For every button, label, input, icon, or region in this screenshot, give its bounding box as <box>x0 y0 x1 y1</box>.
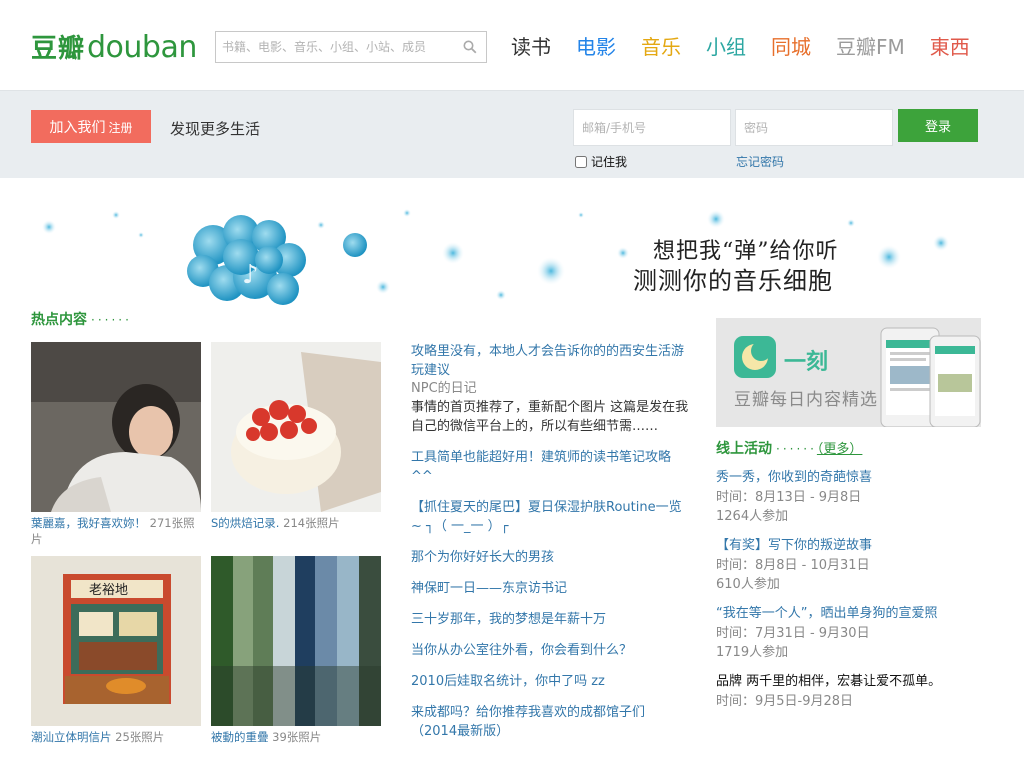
activity-time: 时间：9月5日-9月28日 <box>716 694 854 709</box>
article-title-link[interactable]: 攻略里没有，本地人才会告诉你的的西安生活游玩建议 <box>411 342 691 380</box>
yike-app-ad-illustration <box>716 318 981 427</box>
activities-list: 秀一秀，你收到的奇葩惊喜 时间：8月13日 - 9月8日 1264人参加 【有奖… <box>716 468 981 721</box>
article-title-link[interactable]: 当你从办公室往外看，你会看到什么？ <box>411 641 691 660</box>
logo-cn-text: 豆瓣 <box>31 34 86 64</box>
nav-item-3[interactable]: 小组 <box>706 33 746 61</box>
nav-item-0[interactable]: 读书 <box>511 33 551 61</box>
email-field[interactable] <box>573 109 731 146</box>
join-button-label: 加入我们 <box>49 119 106 136</box>
photo-album-4: 被動的重疊 39张照片 <box>211 556 381 745</box>
douban-logo[interactable]: 豆瓣 douban <box>31 28 197 68</box>
nav-item-5[interactable]: 豆瓣FM <box>836 33 905 61</box>
photo-caption: 被動的重疊 39张照片 <box>211 729 381 745</box>
activities-more-link[interactable]: （更多） <box>817 442 863 457</box>
activity-title-link[interactable]: 【有奖】写下你的叛逆故事 <box>716 536 981 556</box>
login-button[interactable]: 登录 <box>898 109 978 142</box>
photo-count: 214张照片 <box>283 516 340 530</box>
article-title-link[interactable]: 【抓住夏天的尾巴】夏日保湿护肤Routine一览~ ┐（ 一_一 ）┌ <box>411 498 691 536</box>
remember-checkbox[interactable] <box>575 155 587 168</box>
photo-album-3: 老裕地 潮汕立体明信片 25张照片 <box>31 556 201 745</box>
tagline: 发现更多生活 <box>170 120 261 138</box>
activity-participants: 1264人参加 <box>716 509 789 524</box>
logo-en-text: douban <box>87 30 197 65</box>
list-item: 品牌 两千里的相伴，宏碁让爱不孤单。 时间：9月5日-9月28日 <box>716 672 981 711</box>
activity-title-link[interactable]: 秀一秀，你收到的奇葩惊喜 <box>716 468 981 488</box>
search-icon[interactable] <box>463 40 477 54</box>
online-activities-title: 线上活动 ······（更多） <box>716 438 862 458</box>
nav-item-6[interactable]: 東西 <box>930 33 970 61</box>
photo-album-title[interactable]: 被動的重疊 <box>211 730 269 744</box>
list-item: 攻略里没有，本地人才会告诉你的的西安生活游玩建议 NPC的日记 事情的首页推荐了… <box>411 342 691 436</box>
list-item: 来成都吗？给你推荐我喜欢的成都馆子们（2014最新版） <box>411 703 691 741</box>
activities-title-dots: ······ <box>776 442 817 456</box>
search-box <box>215 31 487 63</box>
yike-brand: 一刻 <box>784 350 829 375</box>
forgot-password-link[interactable]: 忘记密码 <box>736 153 784 170</box>
activity-participants: 610人参加 <box>716 577 780 592</box>
photo-caption: 葉麗嘉，我好喜欢妳！ 271张照片 <box>31 515 201 547</box>
list-item: 神保町一日——东京访书记 <box>411 579 691 598</box>
list-item: 工具简单也能超好用！建筑师的读书笔记攻略^^ <box>411 448 691 486</box>
article-title-link[interactable]: 那个为你好好长大的男孩 <box>411 548 691 567</box>
activity-title-link[interactable]: 品牌 两千里的相伴，宏碁让爱不孤单。 <box>716 672 981 692</box>
article-title-link[interactable]: 三十岁那年，我的梦想是年薪十万 <box>411 610 691 629</box>
activity-time: 时间：8月13日 - 9月8日 <box>716 490 862 505</box>
article-description: 事情的首页推荐了，重新配个图片 这篇是发在我自己的微信平台上的，所以有些细节需…… <box>411 400 689 434</box>
photo-album-title[interactable]: S的烘焙记录. <box>211 516 279 530</box>
article-title-link[interactable]: 来成都吗？给你推荐我喜欢的成都馆子们（2014最新版） <box>411 703 691 741</box>
activity-time: 时间：8月8日 - 10月31日 <box>716 558 870 573</box>
hot-title-text: 热点内容 <box>31 312 87 328</box>
activity-time: 时间：7月31日 - 9月30日 <box>716 626 870 641</box>
nav-item-2[interactable]: 音乐 <box>641 33 681 61</box>
list-item: 2010后娃取名统计，你中了吗 zz <box>411 672 691 691</box>
list-item: 【有奖】写下你的叛逆故事 时间：8月8日 - 10月31日 610人参加 <box>716 536 981 594</box>
photo-count: 39张照片 <box>272 730 322 744</box>
list-item: “我在等一个人”，晒出单身狗的宣爱照 时间：7月31日 - 9月30日 1719… <box>716 604 981 662</box>
banner-subheadline: 测测你的音乐细胞 <box>633 267 833 295</box>
music-banner[interactable]: ♪ 想把我“弹”给你听 测测你的音乐细胞 <box>31 205 981 305</box>
nav-item-4[interactable]: 同城 <box>771 33 811 61</box>
photo-album-thumbnail[interactable]: 老裕地 <box>31 556 201 726</box>
banner-bubbles-illustration: ♪ <box>42 209 949 305</box>
list-item: 三十岁那年，我的梦想是年薪十万 <box>411 610 691 629</box>
photo-album-title[interactable]: 葉麗嘉，我好喜欢妳！ <box>31 516 146 530</box>
hot-articles-list: 攻略里没有，本地人才会告诉你的的西安生活游玩建议 NPC的日记 事情的首页推荐了… <box>411 342 691 753</box>
list-item: 当你从办公室往外看，你会看到什么？ <box>411 641 691 660</box>
photo-album-thumbnail[interactable] <box>211 342 381 512</box>
yike-app-ad[interactable]: 一刻 豆瓣每日内容精选 <box>716 318 981 427</box>
photo-album-1: 葉麗嘉，我好喜欢妳！ 271张照片 <box>31 342 201 547</box>
list-item: 【抓住夏天的尾巴】夏日保湿护肤Routine一览~ ┐（ 一_一 ）┌ <box>411 498 691 536</box>
article-title-link[interactable]: 工具简单也能超好用！建筑师的读书笔记攻略^^ <box>411 448 691 486</box>
photo-album-thumbnail[interactable] <box>211 556 381 726</box>
nav-item-1[interactable]: 电影 <box>576 33 616 61</box>
photo-count: 25张照片 <box>115 730 165 744</box>
photo-album-title[interactable]: 潮汕立体明信片 <box>31 730 112 744</box>
password-field[interactable] <box>735 109 893 146</box>
article-source: NPC的日记 <box>411 381 477 396</box>
photo-album-thumbnail[interactable] <box>31 342 201 512</box>
list-item: 秀一秀，你收到的奇葩惊喜 时间：8月13日 - 9月8日 1264人参加 <box>716 468 981 526</box>
remember-me[interactable]: 记住我 <box>575 153 627 170</box>
register-label: 注册 <box>108 120 133 135</box>
activity-participants: 1719人参加 <box>716 645 789 660</box>
svg-text:老裕地: 老裕地 <box>89 583 128 598</box>
activity-title-link[interactable]: “我在等一个人”，晒出单身狗的宣爱照 <box>716 604 981 624</box>
article-title-link[interactable]: 神保町一日——东京访书记 <box>411 579 691 598</box>
svg-text:♪: ♪ <box>242 260 259 290</box>
join-button[interactable]: 加入我们 注册 <box>31 110 151 143</box>
search-input[interactable] <box>216 32 456 62</box>
remember-label: 记住我 <box>591 155 628 169</box>
main-nav: 读书 电影 音乐 小组 同城 豆瓣FM 東西 <box>511 33 970 61</box>
article-title-link[interactable]: 2010后娃取名统计，你中了吗 zz <box>411 672 691 691</box>
yike-slogan: 豆瓣每日内容精选 <box>734 390 878 410</box>
hot-title-dots: ······ <box>91 313 132 327</box>
activities-title-text: 线上活动 <box>716 441 772 457</box>
list-item: 那个为你好好长大的男孩 <box>411 548 691 567</box>
top-header: 豆瓣 douban 读书电影音乐小组同城豆瓣FM 東西 <box>0 0 1024 90</box>
photo-caption: 潮汕立体明信片 25张照片 <box>31 729 201 745</box>
photo-album-2: S的烘焙记录. 214张照片 <box>211 342 381 531</box>
hot-content-title: 热点内容 ······ <box>31 309 132 329</box>
join-login-bar: 加入我们注册 发现更多生活 登录 记住我 忘记密码 <box>0 90 1024 178</box>
photo-caption: S的烘焙记录. 214张照片 <box>211 515 381 531</box>
